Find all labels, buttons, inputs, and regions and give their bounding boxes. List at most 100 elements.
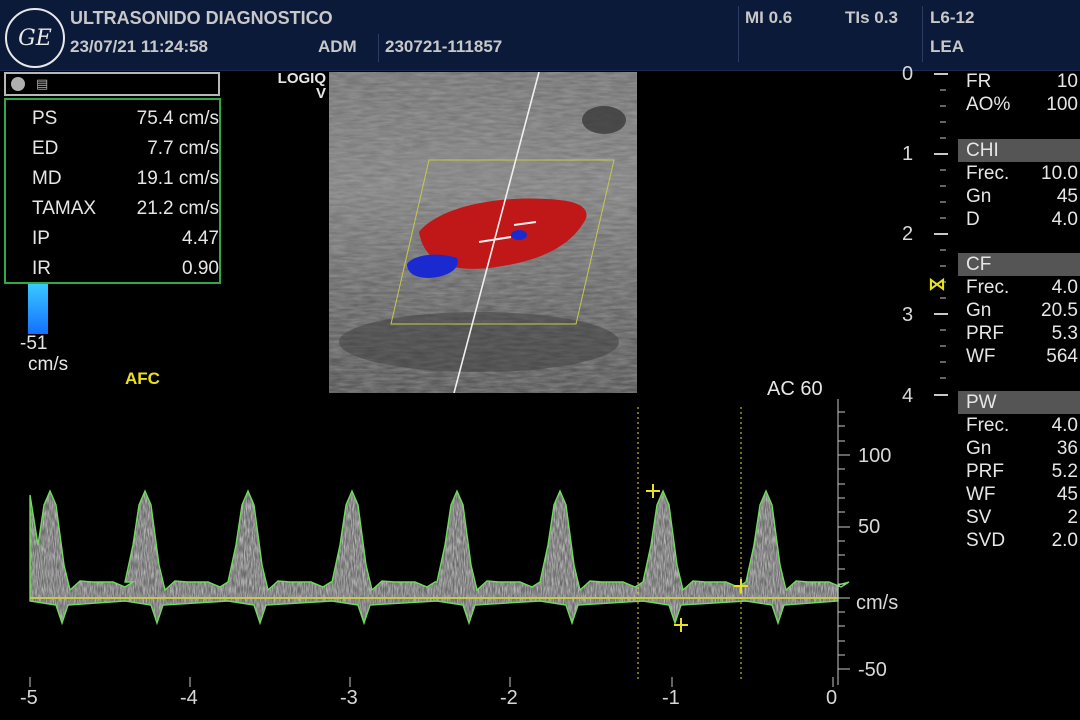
params-pw-header: PW xyxy=(958,391,1080,414)
meas-value: 0.90 xyxy=(182,258,219,279)
param-key: PRF xyxy=(966,323,1004,344)
param-key: D xyxy=(966,209,980,230)
time-tick-label: -3 xyxy=(340,687,358,709)
meas-label: PS xyxy=(32,108,58,129)
param-value: 5.2 xyxy=(1051,461,1078,482)
time-tick-label: -2 xyxy=(500,687,518,709)
meas-row-ir: IR 0.90 xyxy=(6,253,219,283)
bmode-image[interactable] xyxy=(329,72,637,393)
param-row: Frec. 10.0 xyxy=(958,162,1080,185)
ge-logo-icon: GE xyxy=(5,8,65,68)
param-key: PRF xyxy=(966,461,1004,482)
velocity-tick-label: -50 xyxy=(858,659,887,681)
velocity-tick-label: 100 xyxy=(858,445,892,467)
param-row: AO% 100 xyxy=(958,93,1080,116)
param-key: WF xyxy=(966,484,996,505)
header-divider xyxy=(738,6,739,62)
time-tick-label: -5 xyxy=(20,687,38,709)
header-divider xyxy=(922,6,923,62)
meas-label: ED xyxy=(32,138,59,159)
param-value: 4.0 xyxy=(1051,209,1078,230)
time-tick-label: -1 xyxy=(662,687,680,709)
param-value: 45 xyxy=(1056,186,1078,207)
header-tis: TIs 0.3 xyxy=(845,8,898,27)
param-row: WF 45 xyxy=(958,483,1080,506)
header-bar: GE ULTRASONIDO DIAGNOSTICO 23/07/21 11:2… xyxy=(0,0,1080,71)
meas-label: MD xyxy=(32,168,62,189)
params-chi: CHI Frec. 10.0 Gn 45 D 4.0 xyxy=(958,139,1080,231)
param-value: 564 xyxy=(1046,346,1078,367)
param-key: Frec. xyxy=(966,163,1010,184)
meas-row-tamax: TAMAX 21.2 cm/s xyxy=(6,193,219,223)
color-bar-value: -51 xyxy=(20,333,48,354)
param-row: WF 564 xyxy=(958,345,1080,368)
meas-label: IR xyxy=(32,258,51,279)
param-row: Frec. 4.0 xyxy=(958,414,1080,437)
color-bar-unit: cm/s xyxy=(28,354,69,375)
param-value: 10.0 xyxy=(1041,163,1078,184)
param-key: FR xyxy=(966,71,992,92)
param-value: 4.0 xyxy=(1051,415,1078,436)
meas-row-ps: PS 75.4 cm/s xyxy=(6,103,219,133)
meas-label: TAMAX xyxy=(32,198,97,219)
meas-row-ip: IP 4.47 xyxy=(6,223,219,253)
depth-scale-ticks xyxy=(934,73,948,396)
spectral-doppler[interactable] xyxy=(0,395,900,720)
param-key: Gn xyxy=(966,186,992,207)
param-row: PRF 5.3 xyxy=(958,322,1080,345)
meas-value: 19.1 cm/s xyxy=(136,168,219,189)
param-value: 2.0 xyxy=(1051,530,1078,551)
report-icon[interactable]: ▤ xyxy=(36,76,52,92)
meas-value: 75.4 cm/s xyxy=(136,108,219,129)
param-row: Gn 36 xyxy=(958,437,1080,460)
param-row: SV 2 xyxy=(958,506,1080,529)
header-mi: MI 0.6 xyxy=(745,8,793,27)
param-value: 4.0 xyxy=(1051,277,1078,298)
meas-value: 4.47 xyxy=(182,228,219,249)
param-row: SVD 2.0 xyxy=(958,529,1080,552)
depth-label: 4 xyxy=(902,385,914,407)
param-key: AO% xyxy=(966,94,1011,115)
param-value: 2 xyxy=(1067,507,1078,528)
record-icon[interactable] xyxy=(11,77,25,91)
meas-row-ed: ED 7.7 cm/s xyxy=(6,133,219,163)
param-value: 100 xyxy=(1046,94,1078,115)
header-preset: LEA xyxy=(930,37,964,56)
param-row: Frec. 4.0 xyxy=(958,276,1080,299)
meas-value: 7.7 cm/s xyxy=(147,138,219,159)
system-model: V xyxy=(315,85,326,102)
params-chi-header: CHI xyxy=(958,139,1080,162)
header-datetime: 23/07/21 11:24:58 xyxy=(70,37,209,56)
params-cf: CF Frec. 4.0 Gn 20.5 PRF 5.3 WF 564 xyxy=(958,253,1080,368)
system-name: LOGIQ xyxy=(277,70,326,87)
param-value: 45 xyxy=(1056,484,1078,505)
params-top: FR 10 AO% 100 xyxy=(958,70,1080,116)
measurement-results: PS 75.4 cm/s ED 7.7 cm/s MD 19.1 cm/s TA… xyxy=(4,98,221,284)
header-operator: ADM xyxy=(318,37,357,56)
param-value: 5.3 xyxy=(1051,323,1078,344)
param-row: PRF 5.2 xyxy=(958,460,1080,483)
header-probe: L6-12 xyxy=(930,8,975,27)
meas-value: 21.2 cm/s xyxy=(136,198,219,219)
time-tick-label: -4 xyxy=(180,687,198,709)
afc-label: AFC xyxy=(125,369,160,388)
meas-row-md: MD 19.1 cm/s xyxy=(6,163,219,193)
param-key: Gn xyxy=(966,438,992,459)
param-key: Gn xyxy=(966,300,992,321)
velocity-tick-label: 50 xyxy=(858,516,881,538)
param-key: Frec. xyxy=(966,277,1010,298)
depth-label: 1 xyxy=(902,143,914,165)
focus-marker-icon[interactable]: ⋈ xyxy=(928,274,946,295)
measurement-toolbar[interactable]: ▤ xyxy=(4,72,220,96)
param-value: 20.5 xyxy=(1041,300,1078,321)
param-key: WF xyxy=(966,346,996,367)
header-exam-id: 230721-111857 xyxy=(385,37,503,56)
header-title: ULTRASONIDO DIAGNOSTICO xyxy=(70,8,333,28)
param-value: 10 xyxy=(1056,71,1078,92)
depth-label: 3 xyxy=(902,304,914,326)
params-cf-header: CF xyxy=(958,253,1080,276)
velocity-unit-label: cm/s xyxy=(856,592,899,614)
color-velocity-bar xyxy=(28,284,48,334)
time-tick-label: 0 xyxy=(826,687,838,709)
param-row: FR 10 xyxy=(958,70,1080,93)
